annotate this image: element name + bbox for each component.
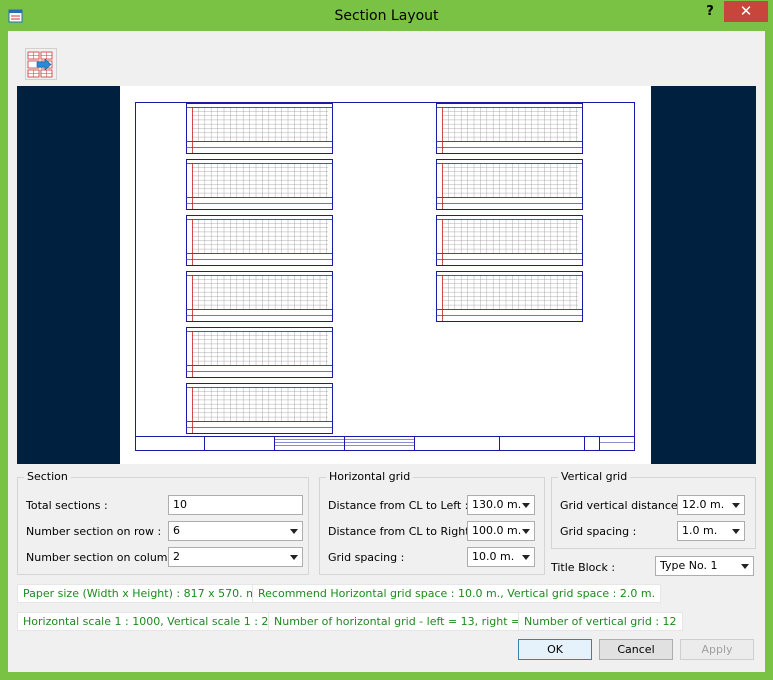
section-group: Section Total sections : 10 Number secti… — [17, 470, 309, 575]
grid-vertical-distance-select[interactable]: 12.0 m. — [677, 495, 745, 515]
vertical-grid-group: Vertical grid Grid vertical distance : 1… — [551, 470, 756, 549]
grid-vertical-distance-value: 12.0 m. — [682, 498, 725, 511]
chevron-down-icon — [290, 529, 298, 534]
title-bar[interactable]: Section Layout ? ✕ — [0, 0, 773, 31]
title-block-select[interactable]: Type No. 1 — [655, 556, 754, 576]
grid-vertical-distance-label: Grid vertical distance : — [560, 499, 685, 512]
ok-button[interactable]: OK — [518, 639, 592, 660]
paper-sheet — [120, 86, 651, 464]
distance-left-value: 130.0 m. — [472, 498, 522, 511]
distance-right-select[interactable]: 100.0 m. — [467, 521, 535, 541]
cancel-button[interactable]: Cancel — [599, 639, 673, 660]
distance-left-label: Distance from CL to Left : — [328, 499, 469, 512]
horizontal-spacing-select[interactable]: 10.0 m. — [467, 547, 535, 567]
sections-on-row-select[interactable]: 6 — [168, 521, 303, 541]
chevron-down-icon — [290, 555, 298, 560]
apply-button[interactable]: Apply — [680, 639, 754, 660]
horizontal-spacing-label: Grid spacing : — [328, 551, 405, 564]
title-block-label: Title Block : — [551, 561, 616, 574]
vertical-spacing-select[interactable]: 1.0 m. — [677, 521, 745, 541]
sections-on-row-value: 6 — [173, 524, 180, 537]
vertical-grid-title: Vertical grid — [558, 470, 631, 483]
total-sections-label: Total sections : — [26, 499, 108, 512]
paper-size-info: Paper size (Width x Height) : 817 x 570.… — [17, 584, 277, 603]
help-button[interactable]: ? — [700, 2, 720, 22]
sections-on-row-label: Number section on row : — [26, 525, 162, 538]
window-title: Section Layout — [334, 8, 439, 24]
layout-grid-icon — [27, 51, 53, 78]
scale-info: Horizontal scale 1 : 1000, Vertical scal… — [17, 612, 289, 631]
sections-on-column-value: 2 — [173, 550, 180, 563]
chevron-down-icon — [732, 503, 740, 508]
dialog-window: Section Layout ? ✕ Section Total section… — [0, 0, 773, 680]
layout-grid-button[interactable] — [25, 48, 57, 80]
chevron-down-icon — [522, 555, 530, 560]
distance-left-select[interactable]: 130.0 m. — [467, 495, 535, 515]
horizontal-grid-group: Horizontal grid Distance from CL to Left… — [319, 470, 545, 575]
paper-drawing — [135, 102, 635, 451]
layout-preview — [17, 86, 756, 464]
distance-right-value: 100.0 m. — [472, 524, 522, 537]
chevron-down-icon — [741, 564, 749, 569]
vertical-spacing-label: Grid spacing : — [560, 525, 637, 538]
horizontal-spacing-value: 10.0 m. — [472, 550, 515, 563]
distance-right-label: Distance from CL to Right : — [328, 525, 477, 538]
title-block-value: Type No. 1 — [660, 559, 718, 572]
chevron-down-icon — [522, 529, 530, 534]
sections-on-column-label: Number section on column : — [26, 551, 182, 564]
recommend-grid-info: Recommend Horizontal grid space : 10.0 m… — [252, 584, 662, 603]
total-sections-input[interactable]: 10 — [168, 495, 303, 515]
chevron-down-icon — [732, 529, 740, 534]
vertical-grid-count-info: Number of vertical grid : 12 — [518, 612, 683, 631]
horizontal-grid-count-info: Number of horizontal grid - left = 13, r… — [268, 612, 544, 631]
horizontal-grid-title: Horizontal grid — [326, 470, 414, 483]
chevron-down-icon — [522, 503, 530, 508]
sections-on-column-select[interactable]: 2 — [168, 547, 303, 567]
close-button[interactable]: ✕ — [724, 1, 768, 22]
dialog-client: Section Total sections : 10 Number secti… — [8, 31, 765, 672]
vertical-spacing-value: 1.0 m. — [682, 524, 718, 537]
section-group-title: Section — [24, 470, 71, 483]
